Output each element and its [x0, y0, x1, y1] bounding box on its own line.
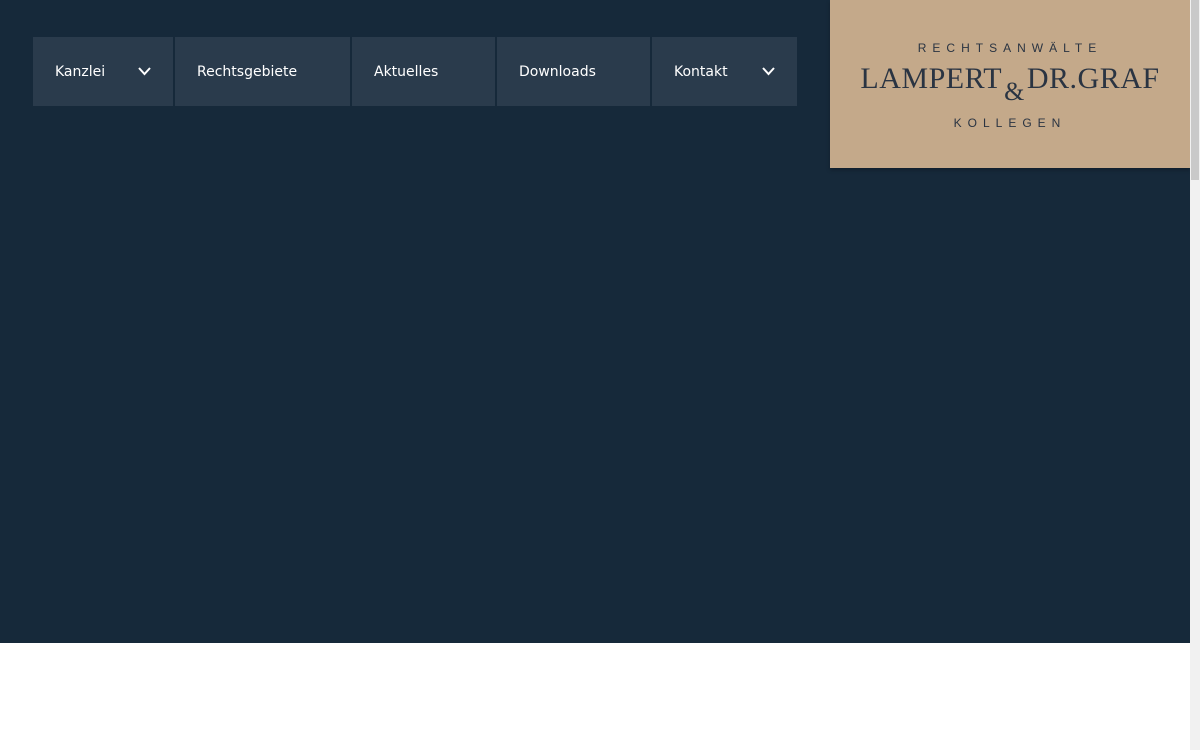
logo-ampersand: &: [1004, 77, 1025, 106]
nav-item-label: Aktuelles: [374, 63, 439, 80]
nav-item-downloads[interactable]: Downloads: [497, 37, 650, 106]
nav-item-rechtsgebiete[interactable]: Rechtsgebiete: [175, 37, 350, 106]
main-navigation: Kanzlei Rechtsgebiete Aktuelles Download…: [33, 37, 797, 106]
nav-item-label: Kanzlei: [55, 63, 106, 80]
logo-subtitle-top: RECHTSANWÄLTE: [917, 41, 1103, 55]
brand-logo[interactable]: RECHTSANWÄLTE LAMPERT&DR.GRAF KOLLEGEN: [830, 0, 1190, 168]
nav-item-label: Rechtsgebiete: [197, 63, 298, 80]
chevron-down-icon[interactable]: [138, 67, 151, 76]
scrollbar-thumb[interactable]: [1191, 0, 1199, 180]
nav-item-kanzlei[interactable]: Kanzlei: [33, 37, 173, 106]
logo-name-right: DR.GRAF: [1026, 62, 1160, 95]
logo-subtitle-bottom: KOLLEGEN: [953, 116, 1067, 130]
nav-item-kontakt[interactable]: Kontakt: [652, 37, 797, 106]
nav-item-aktuelles[interactable]: Aktuelles: [352, 37, 495, 106]
logo-name-left: LAMPERT: [860, 62, 1003, 95]
page-scrollbar[interactable]: [1190, 0, 1200, 750]
nav-item-label: Downloads: [519, 63, 596, 80]
nav-item-label: Kontakt: [674, 63, 728, 80]
logo-name: LAMPERT&DR.GRAF: [830, 62, 1190, 106]
chevron-down-icon[interactable]: [762, 67, 775, 76]
